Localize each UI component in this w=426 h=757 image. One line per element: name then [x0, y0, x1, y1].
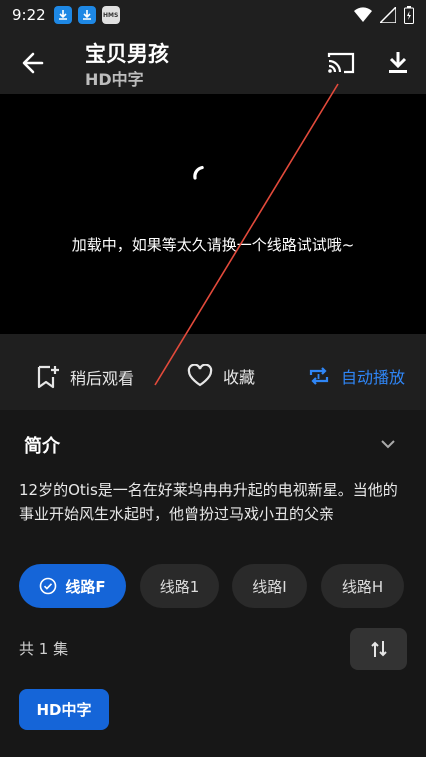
intro-title: 简介 [24, 436, 60, 457]
route-selector: 线路F 线路1 线路I 线路H [19, 564, 419, 608]
episode-count: 共 1 集 [19, 640, 69, 658]
status-time: 9:22 [12, 6, 46, 24]
page-title: 宝贝男孩 [85, 42, 169, 66]
video-player[interactable]: 加载中，如果等太久请换一个线路试试哦~ [0, 94, 426, 334]
download-icon[interactable] [384, 48, 412, 78]
episode-item[interactable]: HD中字 [19, 689, 109, 730]
repeat-icon [309, 367, 329, 385]
download-notification-icon [53, 6, 72, 24]
sort-button[interactable] [350, 628, 407, 670]
wifi-icon [354, 7, 372, 23]
route-option[interactable]: 线路H [321, 564, 404, 608]
action-row: 稍后观看 收藏 自动播放 [0, 350, 426, 406]
back-arrow-icon[interactable] [18, 48, 48, 78]
autoplay-button[interactable]: 自动播放 [307, 364, 405, 388]
intro-description: 12岁的Otis是一名在好莱坞冉冉升起的电视新星。当他的事业开始风生水起时，他曾… [19, 481, 398, 523]
battery-icon [404, 6, 414, 24]
route-label: 线路I [252, 577, 287, 596]
watch-later-label: 稍后观看 [70, 369, 135, 388]
app-bar: 宝贝男孩 HD中字 [0, 30, 426, 94]
bookmark-add-icon [37, 365, 59, 389]
route-option[interactable]: 线路1 [140, 564, 219, 608]
signal-icon [380, 7, 396, 23]
autoplay-label: 自动播放 [341, 368, 406, 387]
favorite-button[interactable]: 收藏 [187, 364, 255, 388]
cast-icon[interactable] [326, 48, 356, 78]
status-bar: 9:22 HMS [0, 0, 426, 30]
route-option[interactable]: 线路I [232, 564, 307, 608]
route-label: 线路F [65, 577, 106, 596]
page-subtitle: HD中字 [85, 70, 144, 89]
intro-section: 简介 12岁的Otis是一名在好莱坞冉冉升起的电视新星。当他的事业开始风生水起时… [0, 410, 426, 757]
check-circle-icon [40, 577, 57, 595]
favorite-label: 收藏 [223, 368, 256, 387]
heart-icon [187, 364, 213, 387]
route-label: 线路1 [159, 577, 200, 596]
loading-message: 加载中，如果等太久请换一个线路试试哦~ [71, 236, 355, 254]
loading-spinner-icon [190, 162, 216, 188]
route-option-selected[interactable]: 线路F [19, 564, 126, 608]
hms-icon: HMS [101, 6, 120, 24]
route-label: 线路H [341, 577, 384, 596]
chevron-down-icon[interactable] [378, 434, 398, 454]
watch-later-button[interactable]: 稍后观看 [36, 364, 134, 390]
download-notification-icon-2 [77, 6, 96, 24]
sort-order-icon [370, 641, 387, 657]
status-indicators [354, 6, 414, 24]
